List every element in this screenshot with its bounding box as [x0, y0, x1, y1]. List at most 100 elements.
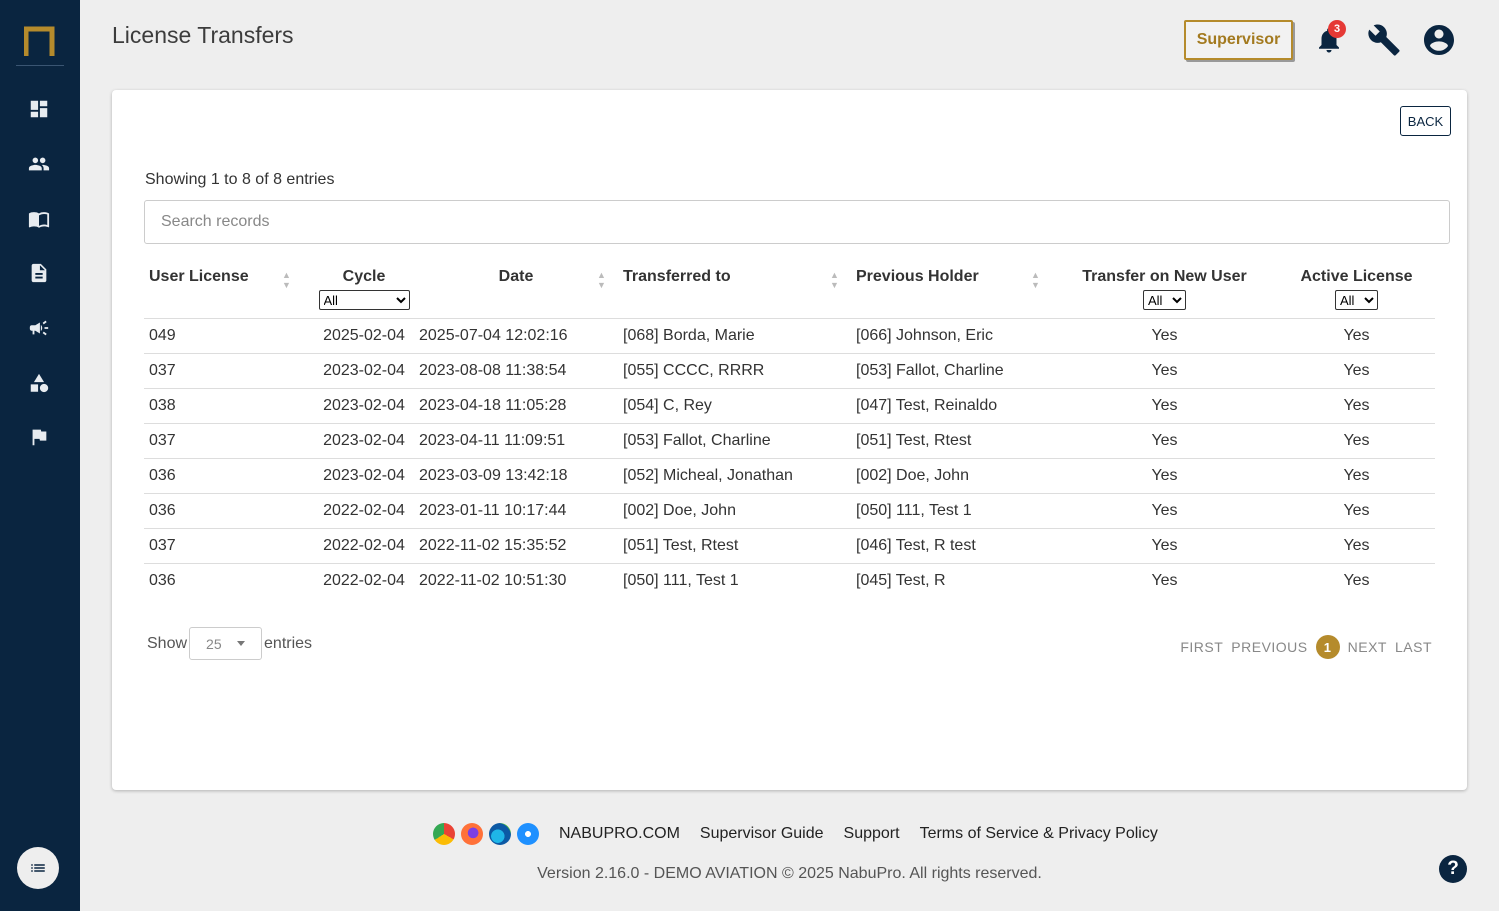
- footer-link-nabupro[interactable]: NABUPRO.COM: [559, 825, 680, 843]
- sidebar-item-documents[interactable]: [26, 260, 52, 286]
- page-size-control: Show 25 entries: [147, 627, 312, 660]
- account-circle-icon: [1424, 25, 1454, 55]
- cell-user-license: 036: [149, 466, 176, 484]
- cell-date: 2023-03-09 13:42:18: [419, 466, 568, 484]
- table-row[interactable]: 038 2023-02-04 2023-04-18 11:05:28 [054] C,…: [144, 388, 1435, 423]
- megaphone-icon: [29, 320, 49, 336]
- nabupro-logo[interactable]: [24, 26, 55, 56]
- firefox-icon: [461, 823, 483, 845]
- sort-arrows-icon[interactable]: ▲ ▼: [282, 270, 291, 290]
- cell-transferred-to: [053] Fallot, Charline: [623, 431, 771, 449]
- pagination-previous[interactable]: PREVIOUS: [1231, 639, 1307, 655]
- footer-link-supervisor-guide[interactable]: Supervisor Guide: [700, 825, 824, 843]
- cell-date: 2022-11-02 10:51:30: [419, 571, 567, 589]
- pagination-first[interactable]: FIRST: [1180, 639, 1223, 655]
- column-header-cycle: Cycle All: [314, 260, 414, 318]
- settings-button[interactable]: [1366, 22, 1402, 58]
- table-row[interactable]: 036 2022-02-04 2022-11-02 10:51:30 [050] 11…: [144, 563, 1435, 598]
- sidebar-item-reports[interactable]: [26, 424, 52, 450]
- sidebar-item-users[interactable]: [26, 151, 52, 177]
- cell-active-license: Yes: [1343, 396, 1370, 414]
- sidebar-item-library[interactable]: [26, 206, 52, 232]
- back-button[interactable]: BACK: [1400, 106, 1451, 136]
- showing-entries-text: Showing 1 to 8 of 8 entries: [145, 171, 335, 188]
- table-row[interactable]: 037 2022-02-04 2022-11-02 15:35:52 [051] Te…: [144, 528, 1435, 563]
- cell-transfer-on-new-user: Yes: [1151, 396, 1178, 414]
- cell-user-license: 037: [149, 431, 176, 449]
- cell-transferred-to: [068] Borda, Marie: [623, 326, 755, 344]
- license-transfers-card: BACK Showing 1 to 8 of 8 entries User Li…: [112, 90, 1467, 790]
- sort-arrows-icon[interactable]: ▲ ▼: [597, 270, 606, 290]
- cycle-filter-select[interactable]: All: [318, 290, 410, 310]
- cell-previous-holder: [047] Test, Reinaldo: [856, 396, 998, 414]
- page-size-select[interactable]: 25: [189, 627, 263, 660]
- table-header-row: User License ▲ ▼ Cycle All Date ▲ ▼ Transf…: [144, 260, 1435, 318]
- cell-user-license: 037: [149, 361, 176, 379]
- cell-active-license: Yes: [1343, 361, 1370, 379]
- sort-arrows-icon[interactable]: ▲ ▼: [830, 270, 839, 290]
- cell-active-license: Yes: [1343, 536, 1370, 554]
- cell-transferred-to: [052] Micheal, Jonathan: [623, 466, 793, 484]
- active-license-filter-select[interactable]: All: [1335, 290, 1378, 310]
- cell-previous-holder: [053] Fallot, Charline: [856, 361, 1004, 379]
- version-text: Version 2.16.0 - DEMO AVIATION © 2025 Na…: [537, 865, 1042, 882]
- column-header-active-license: Active License All: [1278, 260, 1435, 318]
- cell-date: 2023-08-08 11:38:54: [419, 361, 567, 379]
- search-input[interactable]: [144, 200, 1450, 244]
- cell-transfer-on-new-user: Yes: [1151, 501, 1178, 519]
- cell-cycle: 2023-02-04: [323, 396, 405, 414]
- cell-active-license: Yes: [1343, 571, 1370, 589]
- cell-active-license: Yes: [1343, 501, 1370, 519]
- pagination-last[interactable]: LAST: [1395, 639, 1432, 655]
- pagination-next[interactable]: NEXT: [1348, 639, 1387, 655]
- notification-badge: 3: [1328, 20, 1346, 38]
- cell-transfer-on-new-user: Yes: [1151, 326, 1178, 344]
- transfer-filter-select[interactable]: All: [1143, 290, 1186, 310]
- table-row[interactable]: 037 2023-02-04 2023-04-11 11:09:51 [053] Fa…: [144, 423, 1435, 458]
- column-header-transferred-to[interactable]: Transferred to ▲ ▼: [618, 260, 851, 318]
- column-header-date[interactable]: Date ▲ ▼: [414, 260, 618, 318]
- shapes-icon: [30, 373, 49, 393]
- license-transfers-table: User License ▲ ▼ Cycle All Date ▲ ▼ Transf…: [144, 260, 1435, 598]
- footer-link-terms[interactable]: Terms of Service & Privacy Policy: [920, 825, 1158, 843]
- document-icon: [31, 263, 47, 283]
- cell-user-license: 037: [149, 536, 176, 554]
- help-button[interactable]: ?: [1439, 855, 1467, 883]
- cell-cycle: 2025-02-04: [323, 326, 405, 344]
- cell-transferred-to: [054] C, Rey: [623, 396, 712, 414]
- sidebar-item-announcements[interactable]: [26, 315, 52, 341]
- footer-links: NABUPRO.COM Supervisor Guide Support Ter…: [433, 823, 1164, 845]
- cell-transferred-to: [002] Doe, John: [623, 501, 736, 519]
- footer-link-support[interactable]: Support: [844, 825, 900, 843]
- cell-active-license: Yes: [1343, 431, 1370, 449]
- sidebar-item-dashboard[interactable]: [26, 96, 52, 122]
- cell-user-license: 038: [149, 396, 176, 414]
- cell-transfer-on-new-user: Yes: [1151, 361, 1178, 379]
- edge-icon: [489, 823, 511, 845]
- table-row[interactable]: 036 2023-02-04 2023-03-09 13:42:18 [052] Mi…: [144, 458, 1435, 493]
- cell-cycle: 2023-02-04: [323, 431, 405, 449]
- pagination-current-page[interactable]: 1: [1315, 635, 1340, 659]
- cell-transfer-on-new-user: Yes: [1151, 466, 1178, 484]
- table-row[interactable]: 037 2023-02-04 2023-08-08 11:38:54 [055] CC…: [144, 353, 1435, 388]
- cell-date: 2023-01-11 10:17:44: [419, 501, 567, 519]
- help-icon: ?: [1447, 858, 1459, 879]
- cell-user-license: 036: [149, 501, 176, 519]
- profile-button[interactable]: [1421, 22, 1457, 58]
- cell-transferred-to: [051] Test, Rtest: [623, 536, 739, 554]
- cell-date: 2022-11-02 15:35:52: [419, 536, 567, 554]
- sidebar-item-categories[interactable]: [26, 370, 52, 396]
- cell-previous-holder: [045] Test, R: [856, 571, 946, 589]
- cell-user-license: 036: [149, 571, 176, 589]
- cell-active-license: Yes: [1343, 466, 1370, 484]
- supervisor-role-button[interactable]: Supervisor: [1184, 20, 1293, 60]
- table-row[interactable]: 049 2025-02-04 2025-07-04 12:02:16 [068] Bo…: [144, 318, 1435, 353]
- show-label: Show: [147, 634, 188, 652]
- table-row[interactable]: 036 2022-02-04 2023-01-11 10:17:44 [002] Do…: [144, 493, 1435, 528]
- column-header-user-license[interactable]: User License ▲ ▼: [144, 260, 314, 318]
- cell-previous-holder: [046] Test, R test: [856, 536, 976, 554]
- pagination: FIRST PREVIOUS 1 NEXT LAST: [1172, 635, 1432, 659]
- sort-arrows-icon[interactable]: ▲ ▼: [1031, 270, 1040, 290]
- column-header-previous-holder[interactable]: Previous Holder ▲ ▼: [851, 260, 1051, 318]
- cell-date: 2023-04-11 11:09:51: [419, 431, 566, 449]
